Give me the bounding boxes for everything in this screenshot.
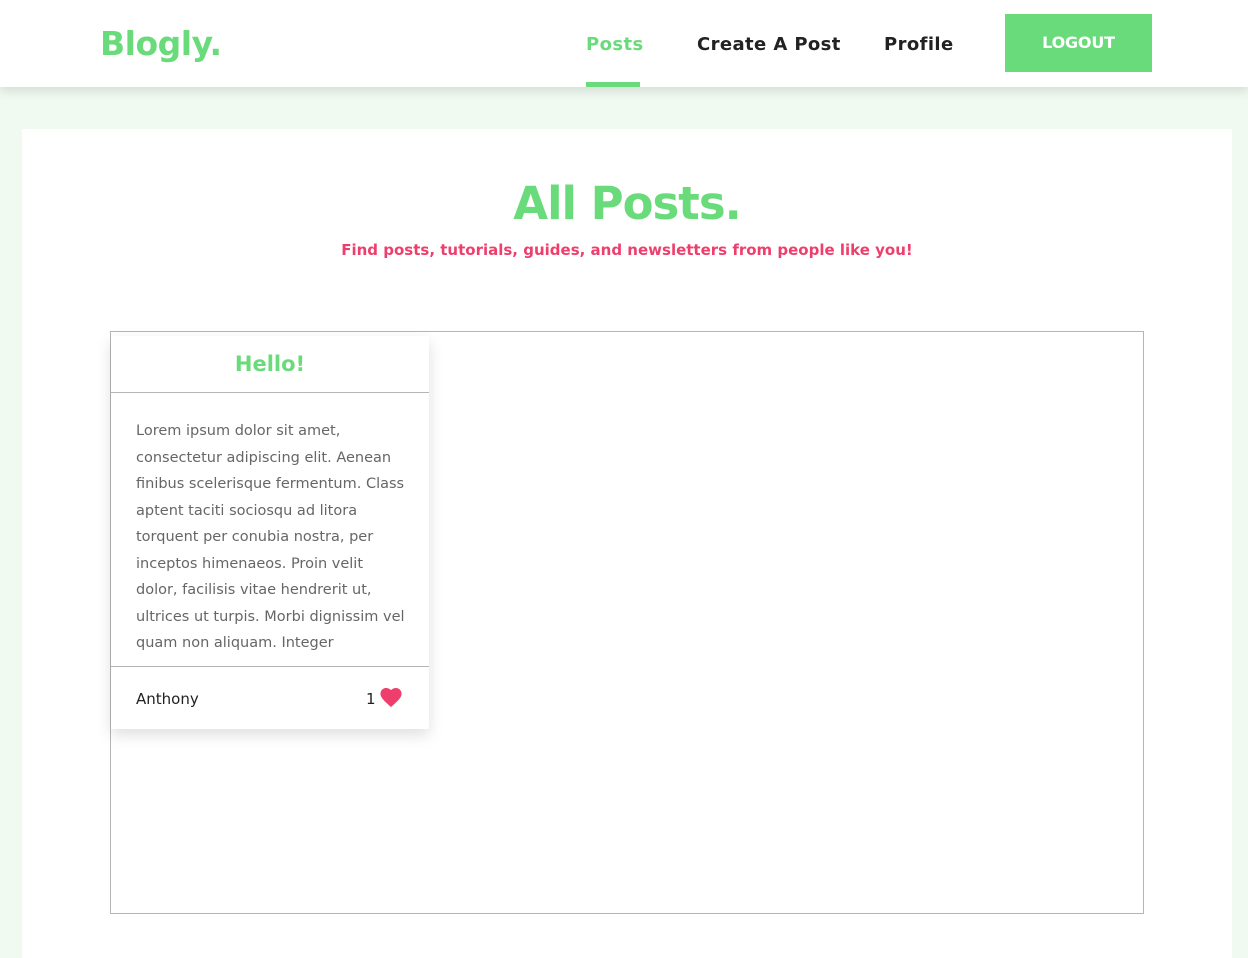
logout-button[interactable]: LOGOUT (1005, 14, 1152, 72)
nav-posts-link[interactable]: Posts (586, 34, 644, 55)
post-body: Lorem ipsum dolor sit amet, consectetur … (136, 423, 405, 651)
post-title[interactable]: Hello! (111, 336, 429, 393)
top-navbar: Blogly. Posts Create A Post Profile LOGO… (0, 0, 1248, 87)
post-card[interactable]: Hello! Lorem ipsum dolor sit amet, conse… (111, 336, 429, 729)
post-author: Anthony (136, 690, 199, 708)
post-footer: Anthony 1 (111, 666, 429, 729)
active-nav-indicator (586, 82, 640, 87)
like-count: 1 (366, 690, 376, 708)
nav-profile-link[interactable]: Profile (884, 34, 954, 55)
page-subtitle: Find posts, tutorials, guides, and newsl… (341, 241, 913, 259)
heart-icon[interactable] (380, 687, 402, 708)
page-title: All Posts. (513, 177, 741, 230)
brand-logo[interactable]: Blogly. (100, 24, 222, 63)
nav-create-post-link[interactable]: Create A Post (697, 34, 841, 55)
